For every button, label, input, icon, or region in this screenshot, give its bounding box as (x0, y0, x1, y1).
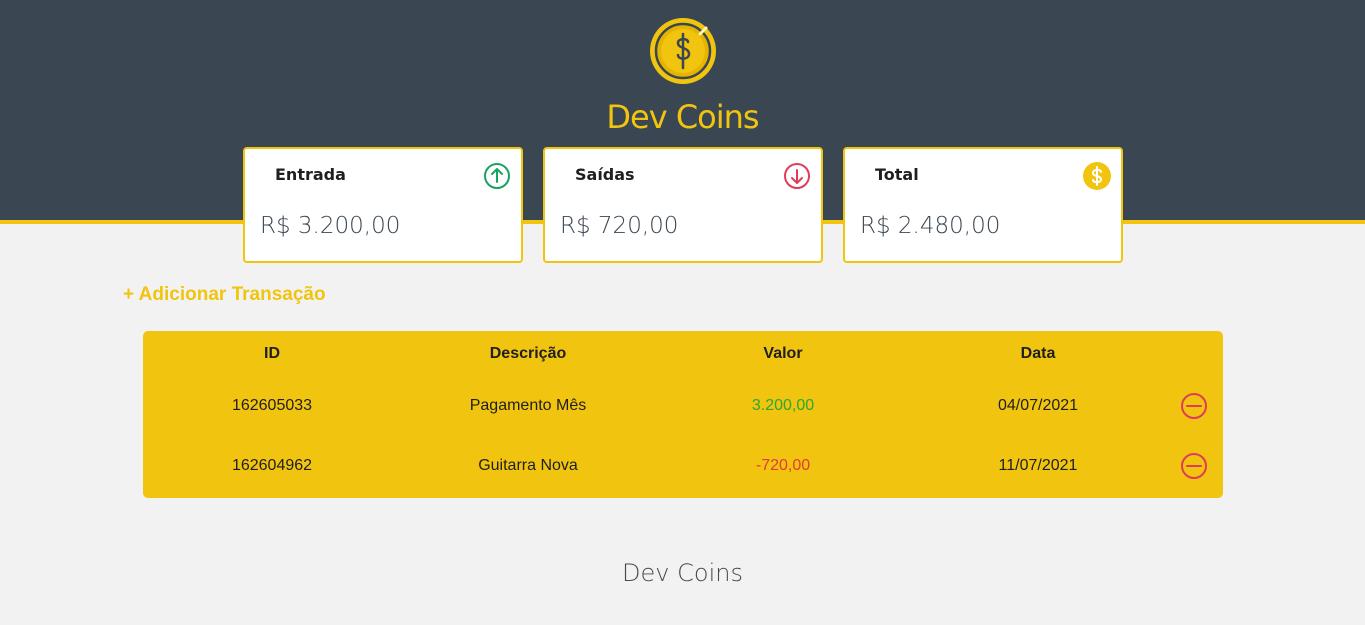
row-1-description: Pagamento Mês (469, 397, 587, 414)
total-card: Total R$ 2.480,00 (843, 147, 1123, 263)
table-header-description: Descrição (489, 345, 567, 362)
row-2-value: -720,00 (755, 457, 811, 474)
row-2-description: Guitarra Nova (478, 457, 578, 474)
expense-card-title: Saídas (575, 165, 635, 184)
row-2-id: 162604962 (231, 457, 313, 474)
transactions-table: ID Descrição Valor Data 162605033 Pagame… (143, 331, 1223, 498)
income-card: Entrada R$ 3.200,00 (243, 147, 523, 263)
income-card-title: Entrada (275, 165, 346, 184)
table-header-id: ID (264, 345, 280, 362)
table-header-date: Data (1020, 345, 1056, 362)
add-transaction-button[interactable]: + Adicionar Transação (123, 284, 326, 306)
income-value: R$ 3.200,00 (260, 213, 401, 239)
footer-brand: Dev Coins (622, 559, 743, 587)
remove-transaction-icon[interactable] (1180, 452, 1208, 480)
app-title: Dev Coins (606, 98, 759, 136)
row-1-id: 162605033 (231, 397, 313, 414)
remove-transaction-icon[interactable] (1180, 392, 1208, 420)
dollar-coin-icon (650, 18, 716, 84)
total-card-title: Total (875, 165, 919, 184)
dollar-circle-icon (1083, 162, 1111, 190)
expense-card: Saídas R$ 720,00 (543, 147, 823, 263)
expense-value: R$ 720,00 (560, 213, 679, 239)
row-2-date: 11/07/2021 (998, 457, 1078, 474)
total-value: R$ 2.480,00 (860, 213, 1001, 239)
row-1-date: 04/07/2021 (997, 397, 1079, 414)
row-1-value: 3.200,00 (751, 397, 815, 414)
arrow-up-circle-icon (484, 163, 510, 189)
table-header-value: Valor (763, 345, 803, 362)
arrow-down-circle-icon (784, 163, 810, 189)
